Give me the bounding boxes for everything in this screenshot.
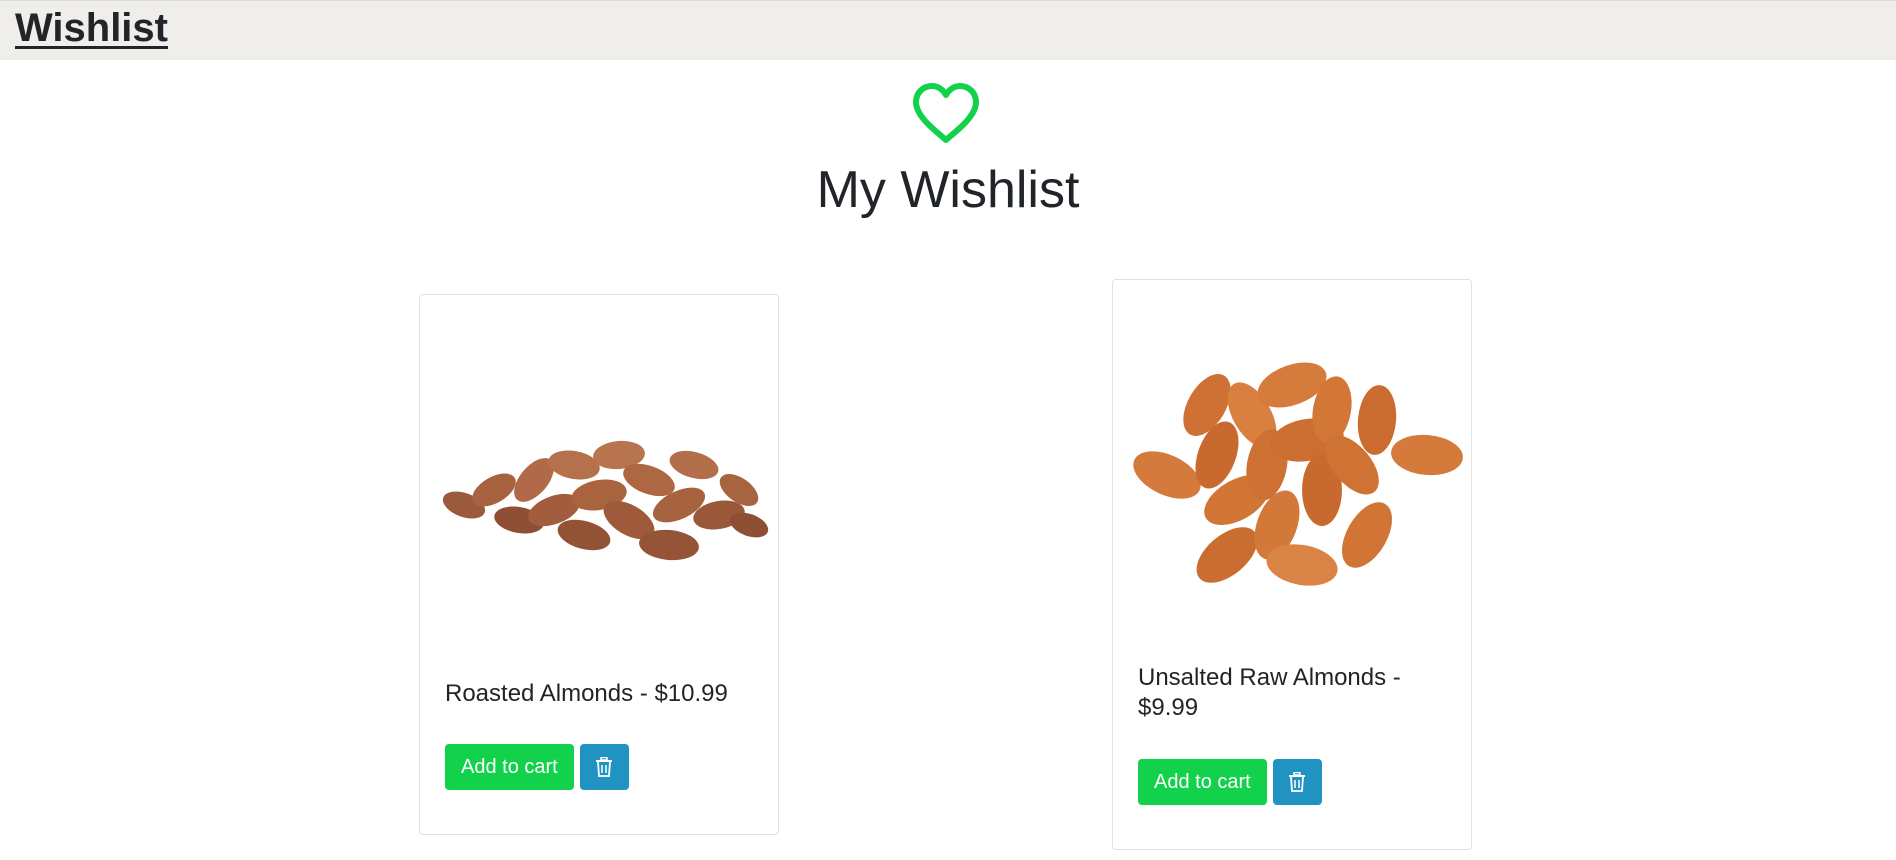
delete-button[interactable] xyxy=(1272,759,1322,805)
product-name: Unsalted Raw Almonds - $9.99 xyxy=(1138,664,1401,721)
page-title: My Wishlist xyxy=(816,161,1080,219)
brand-link[interactable]: Wishlist xyxy=(15,3,168,53)
product-name: Roasted Almonds - $10.99 xyxy=(445,680,728,707)
wishlist-card: Unsalted Raw Almonds - $9.99 Add to cart xyxy=(1112,279,1472,850)
wishlist-card: Roasted Almonds - $10.99 Add to cart xyxy=(419,294,779,835)
delete-button[interactable] xyxy=(579,744,629,790)
add-to-cart-button[interactable]: Add to cart xyxy=(445,744,574,790)
card-actions: Add to cart xyxy=(445,744,629,790)
product-image-roasted-almonds xyxy=(442,440,769,561)
card-actions: Add to cart xyxy=(1138,759,1322,805)
add-to-cart-button[interactable]: Add to cart xyxy=(1138,759,1267,805)
heart-outline-icon xyxy=(913,83,979,143)
trash-icon xyxy=(596,757,613,777)
product-image-raw-almonds xyxy=(1133,362,1463,586)
top-navbar: Wishlist xyxy=(0,0,1896,60)
trash-icon xyxy=(1289,772,1306,792)
